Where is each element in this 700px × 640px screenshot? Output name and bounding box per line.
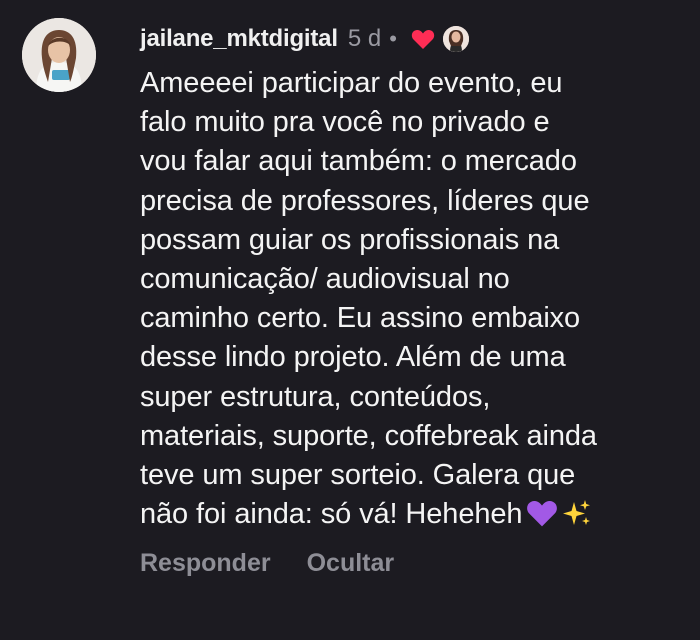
comment-text: Ameeeei participar do evento, eu falo mu… [140,64,685,539]
sparkles-icon [562,498,592,539]
comment-line: caminho certo. Eu assino embaixo [140,302,581,335]
comment-line: comunicação/ audiovisual no [140,263,510,296]
comment-line: falo muito pra você no privado e [140,106,550,139]
comment-line: desse lindo projeto. Além de uma [140,341,566,374]
comment-line: materiais, suporte, coffebreak ainda [140,419,597,452]
comment-actions: Responder Ocultar [140,549,685,578]
comment-line: Ameeeei participar do evento, eu [140,67,563,99]
timestamp: 5 d [347,25,382,52]
purple-heart-icon [526,498,558,539]
comment-line: precisa de professores, líderes que [140,184,590,217]
comment-line: teve um super sorteio. Galera que [140,459,576,492]
avatar[interactable] [22,18,96,92]
comment-line: não foi ainda: só vá! Heheheh [140,498,523,531]
comment-line: possam guiar os profissionais na [140,223,560,256]
profile-photo-icon [22,18,96,92]
comment-header: jailane_mktdigital 5 d • [140,20,685,58]
comment-line: super estrutura, conteúdos, [140,380,491,413]
comment-last-line: não foi ainda: só vá! Heheheh [140,495,685,539]
username[interactable]: jailane_mktdigital [140,25,338,53]
heart-icon[interactable] [411,28,435,50]
reply-button[interactable]: Responder [140,549,271,578]
comment-line: vou falar aqui também: o mercado [140,145,577,178]
author-liked-avatar [440,24,471,54]
comment-block: jailane_mktdigital 5 d • Ameeeei partici… [140,20,685,578]
separator-dot: • [389,26,397,51]
hide-button[interactable]: Ocultar [307,549,395,578]
